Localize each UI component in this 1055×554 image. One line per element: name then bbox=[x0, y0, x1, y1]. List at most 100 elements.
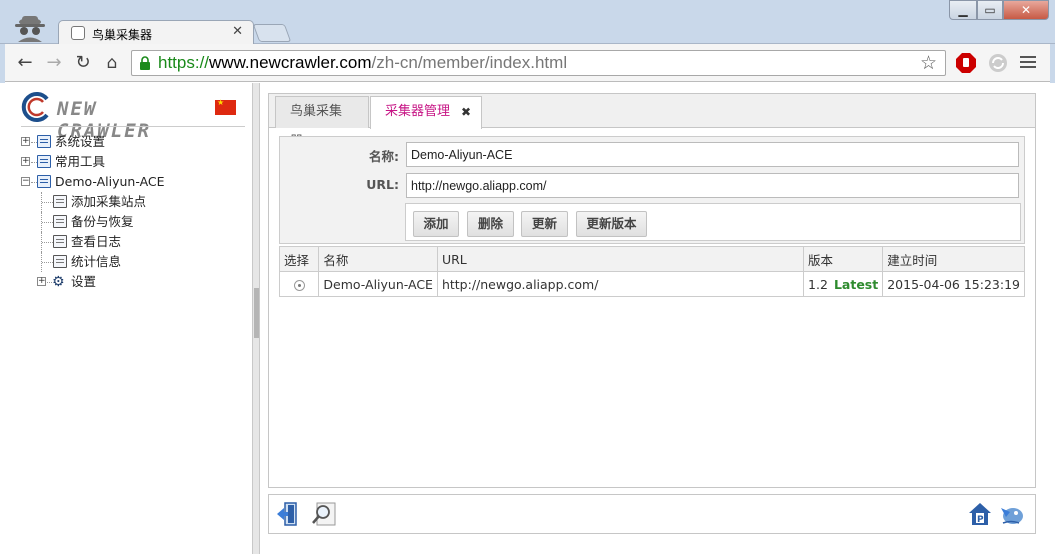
sidebar: NEW CRAWLER + 系统设置 + 常用工具 − Demo-Aliyun-… bbox=[8, 83, 253, 554]
window-close-button[interactable]: ✕ bbox=[1003, 0, 1049, 20]
monitor-icon bbox=[37, 175, 51, 188]
tab-collector-management[interactable]: 采集器管理 ✖ bbox=[370, 96, 482, 129]
name-input[interactable] bbox=[406, 142, 1019, 167]
add-button[interactable]: 添加 bbox=[413, 211, 459, 237]
bird-icon[interactable] bbox=[998, 501, 1024, 527]
panel-splitter[interactable] bbox=[252, 83, 260, 554]
url-text: https://www.newcrawler.com/zh-cn/member/… bbox=[158, 53, 567, 73]
forward-icon[interactable]: → bbox=[43, 52, 65, 74]
svg-text:P: P bbox=[977, 515, 984, 525]
column-header: 版本 bbox=[803, 246, 884, 272]
delete-button[interactable]: 删除 bbox=[467, 211, 514, 237]
exit-icon[interactable] bbox=[275, 501, 301, 527]
tab-close-icon[interactable]: ✕ bbox=[232, 24, 243, 39]
tree-item-backup-restore[interactable]: 备份与恢复 bbox=[21, 212, 251, 232]
home-icon[interactable]: ⌂ bbox=[101, 52, 123, 74]
expand-icon[interactable]: + bbox=[37, 277, 46, 286]
logo-divider bbox=[21, 126, 245, 127]
monitor-icon bbox=[37, 135, 51, 148]
main-tabs: 鸟巢采集器 采集器管理 ✖ bbox=[269, 94, 1035, 149]
select-radio[interactable] bbox=[293, 279, 305, 291]
address-bar[interactable]: https://www.newcrawler.com/zh-cn/member/… bbox=[131, 50, 946, 76]
star-icon[interactable]: ☆ bbox=[920, 52, 937, 74]
logo: NEW CRAWLER bbox=[21, 90, 196, 142]
maximize-button[interactable]: ▭ bbox=[977, 0, 1003, 20]
created-cell: 2015-04-06 15:23:19 bbox=[882, 271, 1025, 297]
document-icon bbox=[53, 215, 67, 228]
collapse-icon[interactable]: − bbox=[21, 177, 30, 186]
url-host: www.newcrawler.com bbox=[209, 53, 372, 72]
name-cell: Demo-Aliyun-ACE bbox=[318, 271, 438, 297]
minimize-button[interactable]: ▁ bbox=[949, 0, 977, 20]
window-titlebar: 鸟巢采集器 ✕ ▁ ▭ ✕ bbox=[0, 0, 1055, 45]
gear-icon: ⚙ bbox=[52, 274, 65, 290]
new-tab-button[interactable] bbox=[252, 24, 292, 42]
url-scheme: https:// bbox=[158, 53, 210, 72]
document-icon bbox=[53, 255, 67, 268]
url-label: URL: bbox=[366, 177, 399, 192]
tree-item-label: 常用工具 bbox=[55, 154, 106, 169]
collector-table: 选择 名称 URL 版本 建立时间 Demo-Aliyun-ACE http:/… bbox=[278, 246, 1025, 297]
latest-badge: Latest bbox=[833, 276, 879, 292]
version-number: 1.2 bbox=[808, 276, 828, 292]
page-content: NEW CRAWLER + 系统设置 + 常用工具 − Demo-Aliyun-… bbox=[0, 83, 1055, 554]
tree-item-label: Demo-Aliyun-ACE bbox=[55, 174, 165, 189]
table-header-row: 选择 名称 URL 版本 建立时间 bbox=[278, 246, 1025, 272]
column-header: 名称 bbox=[318, 246, 438, 272]
back-icon[interactable]: ← bbox=[14, 52, 36, 74]
main-panel: 鸟巢采集器 采集器管理 ✖ 名称: URL: 添加 删除 更新 更新版本 bbox=[268, 93, 1036, 488]
tree-item-label: 查看日志 bbox=[71, 234, 122, 249]
sync-icon[interactable] bbox=[987, 52, 1009, 74]
document-icon bbox=[53, 235, 67, 248]
collector-form: 名称: URL: 添加 删除 更新 更新版本 bbox=[279, 136, 1025, 244]
splitter-grip[interactable] bbox=[254, 288, 259, 338]
url-cell: http://newgo.aliapp.com/ bbox=[436, 271, 805, 297]
tab-home[interactable]: 鸟巢采集器 bbox=[275, 96, 369, 149]
nav-tree: + 系统设置 + 常用工具 − Demo-Aliyun-ACE 添加采集站点 备… bbox=[21, 132, 251, 292]
reload-icon[interactable]: ↻ bbox=[72, 52, 94, 74]
column-header: 建立时间 bbox=[882, 246, 1025, 272]
tab-title: 鸟巢采集器 bbox=[92, 28, 153, 42]
logo-mark-icon bbox=[21, 92, 49, 122]
footer-bar: P bbox=[268, 494, 1036, 534]
document-icon bbox=[53, 195, 67, 208]
adblock-icon[interactable] bbox=[955, 52, 977, 74]
monitor-icon bbox=[37, 155, 51, 168]
tree-item-label: 统计信息 bbox=[71, 254, 122, 269]
update-version-button[interactable]: 更新版本 bbox=[576, 211, 647, 237]
column-header: URL bbox=[436, 246, 805, 272]
tree-item-add-site[interactable]: 添加采集站点 bbox=[21, 192, 251, 212]
tree-item-system-settings[interactable]: + 系统设置 bbox=[21, 132, 251, 152]
url-input[interactable] bbox=[406, 173, 1019, 198]
select-cell[interactable] bbox=[278, 271, 320, 297]
tree-item-common-tools[interactable]: + 常用工具 bbox=[21, 152, 251, 172]
tree-item-label: 添加采集站点 bbox=[71, 194, 147, 209]
menu-icon[interactable] bbox=[1020, 54, 1036, 70]
tab-label: 采集器管理 bbox=[385, 104, 451, 119]
tree-item-label: 设置 bbox=[71, 274, 97, 289]
tree-item-demo-aliyun-ace[interactable]: − Demo-Aliyun-ACE bbox=[21, 172, 251, 192]
close-icon[interactable]: ✖ bbox=[461, 97, 471, 127]
tree-item-label: 系统设置 bbox=[55, 134, 106, 149]
tree-item-view-logs[interactable]: 查看日志 bbox=[21, 232, 251, 252]
column-header: 选择 bbox=[278, 246, 320, 272]
expand-icon[interactable]: + bbox=[21, 137, 30, 146]
tree-item-label: 备份与恢复 bbox=[71, 214, 134, 229]
expand-icon[interactable]: + bbox=[21, 157, 30, 166]
version-cell: 1.2 Latest bbox=[803, 271, 884, 297]
table-row[interactable]: Demo-Aliyun-ACE http://newgo.aliapp.com/… bbox=[278, 271, 1025, 297]
name-label: 名称: bbox=[369, 149, 399, 164]
update-button[interactable]: 更新 bbox=[521, 211, 568, 237]
china-flag-icon[interactable] bbox=[215, 98, 236, 115]
tab-favicon-icon bbox=[71, 26, 85, 40]
form-button-row: 添加 删除 更新 更新版本 bbox=[405, 203, 1021, 241]
url-path: /zh-cn/member/index.html bbox=[371, 53, 568, 72]
lock-icon bbox=[140, 56, 150, 70]
browser-tab[interactable]: 鸟巢采集器 ✕ bbox=[58, 20, 254, 45]
home-p-icon[interactable]: P bbox=[967, 501, 993, 527]
tree-item-settings[interactable]: + ⚙ 设置 bbox=[21, 272, 251, 292]
tree-item-statistics[interactable]: 统计信息 bbox=[21, 252, 251, 272]
browser-toolbar: ← → ↻ ⌂ https://www.newcrawler.com/zh-cn… bbox=[0, 44, 1055, 82]
incognito-icon bbox=[15, 16, 45, 42]
search-icon[interactable] bbox=[311, 501, 337, 527]
